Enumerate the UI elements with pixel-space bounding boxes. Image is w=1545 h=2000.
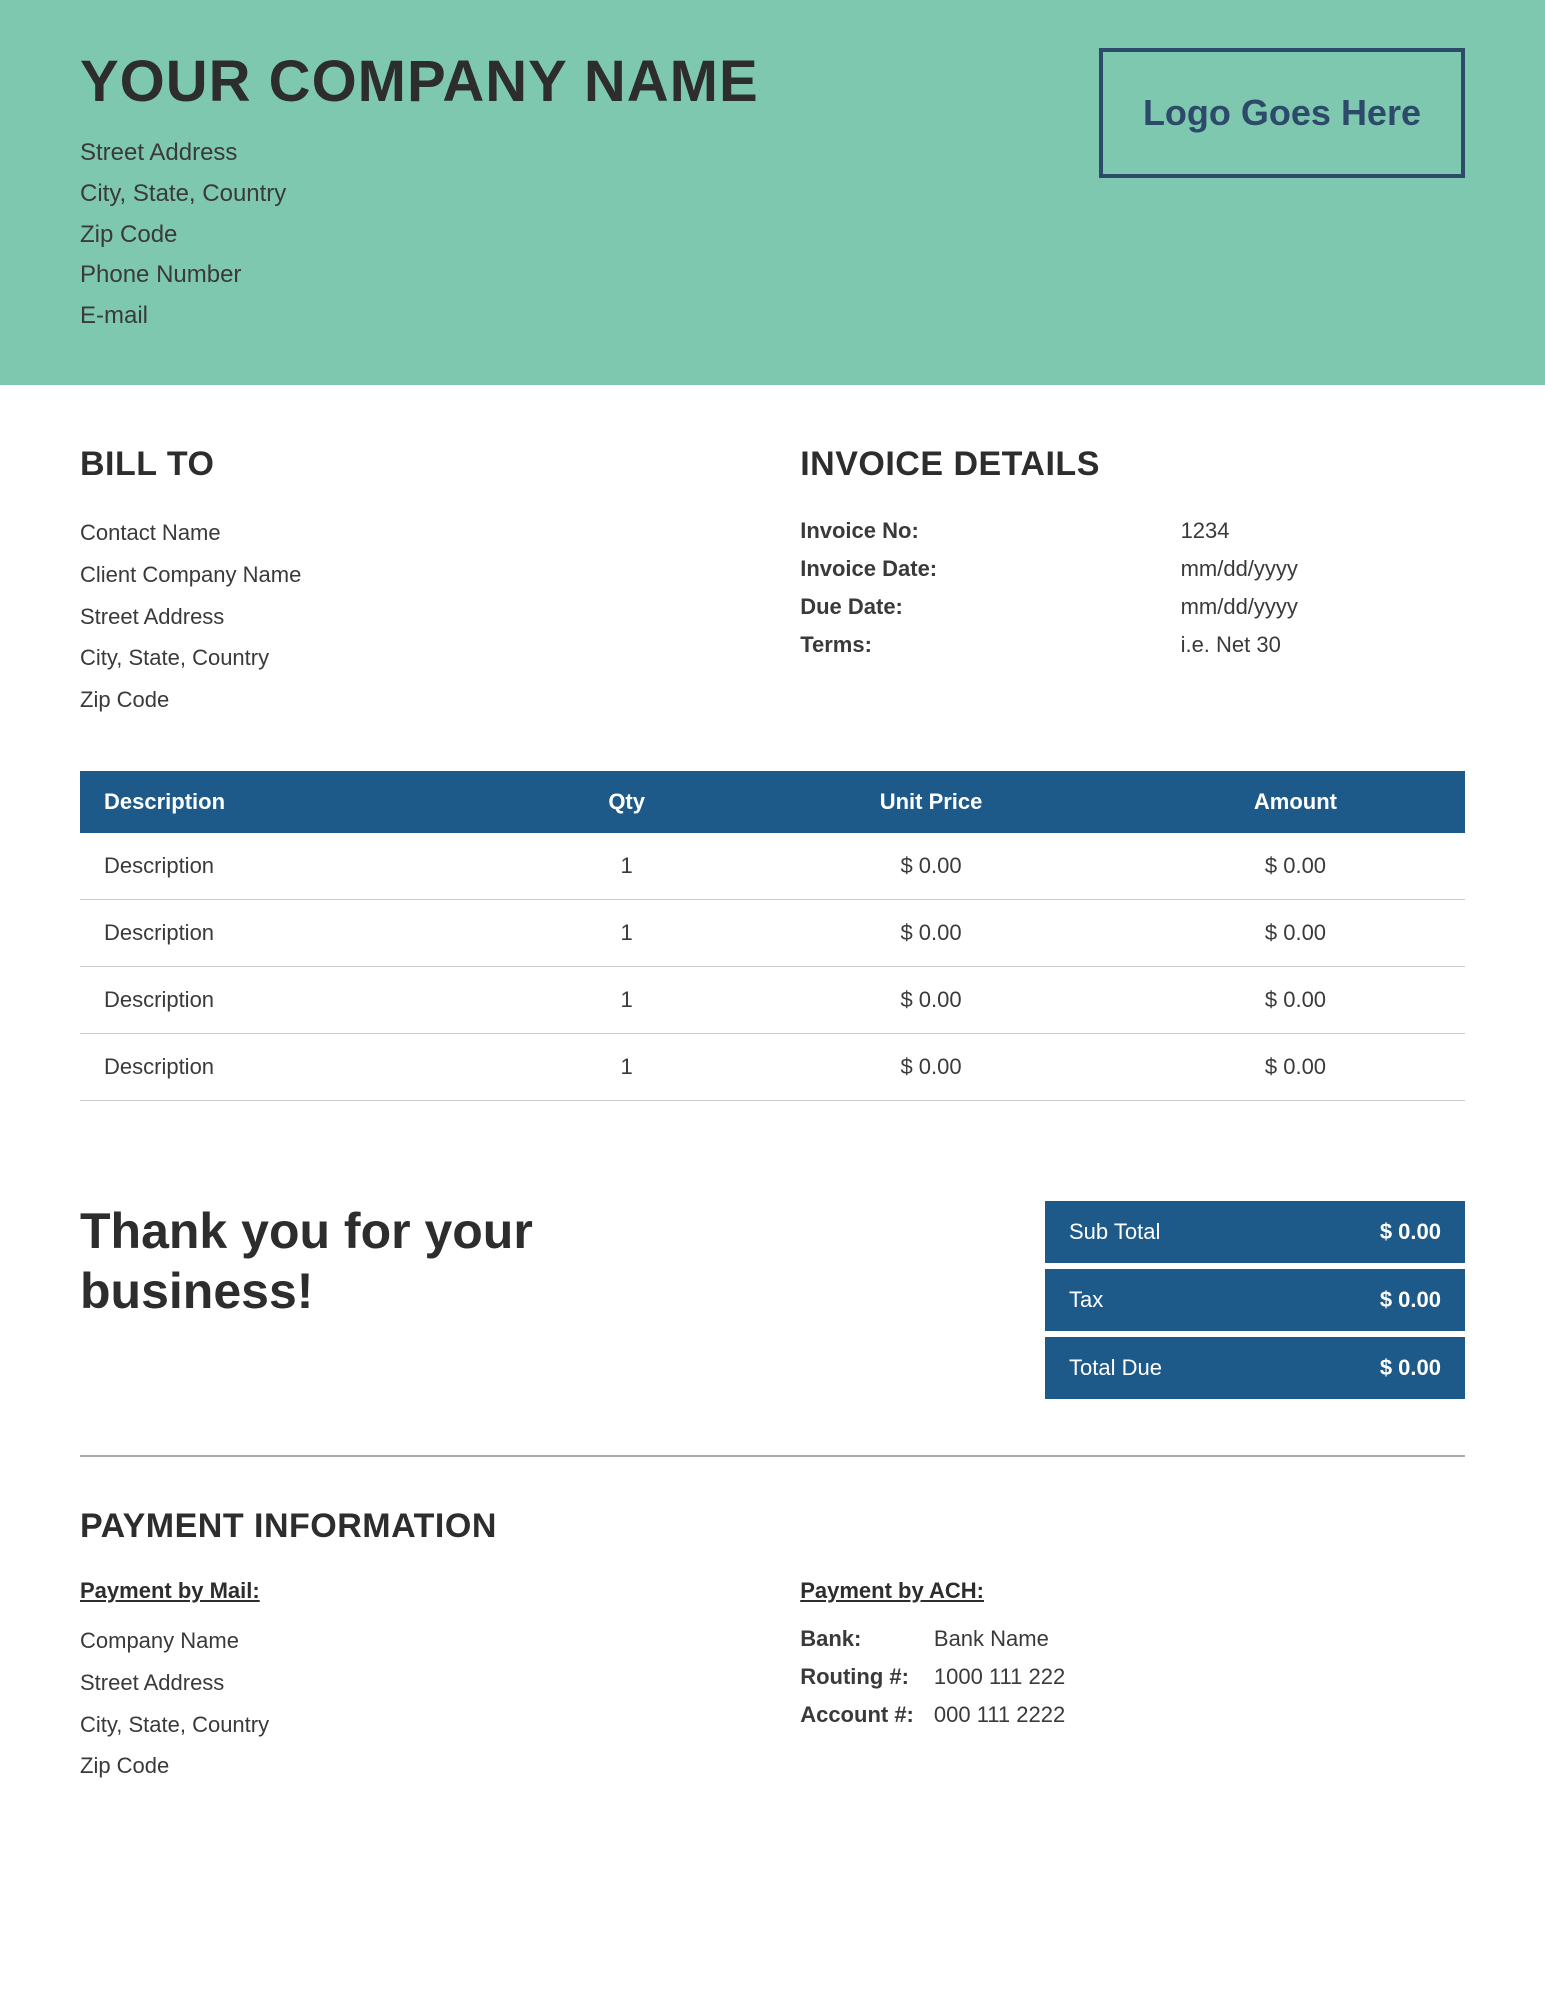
tax-label: Tax <box>1069 1287 1103 1313</box>
table-row: Description 1 $ 0.00 $ 0.00 <box>80 899 1465 966</box>
bill-zip: Zip Code <box>80 679 745 721</box>
bank-value: Bank Name <box>934 1620 1065 1658</box>
logo-box: Logo Goes Here <box>1099 48 1465 178</box>
header-left: YOUR COMPANY NAME Street Address City, S… <box>80 48 759 337</box>
item-description-2: Description <box>80 966 517 1033</box>
mail-company: Company Name <box>80 1620 745 1662</box>
item-qty-1: 1 <box>517 899 736 966</box>
contact-name: Contact Name <box>80 512 745 554</box>
bill-street: Street Address <box>80 596 745 638</box>
payment-columns: Payment by Mail: Company Name Street Add… <box>80 1578 1465 1787</box>
col-description: Description <box>80 771 517 833</box>
invoice-details-table: Invoice No: 1234 Invoice Date: mm/dd/yyy… <box>800 512 1465 664</box>
item-description-0: Description <box>80 833 517 900</box>
billing-section: BILL TO Contact Name Client Company Name… <box>0 385 1545 771</box>
table-row: Description 1 $ 0.00 $ 0.00 <box>80 833 1465 900</box>
payment-ach-table: Bank: Bank Name Routing #: 1000 111 222 … <box>800 1620 1065 1734</box>
client-company: Client Company Name <box>80 554 745 596</box>
table-row: Description 1 $ 0.00 $ 0.00 <box>80 966 1465 1033</box>
total-label: Total Due <box>1069 1355 1162 1381</box>
totals-section: Thank you for your business! Sub Total $… <box>0 1151 1545 1455</box>
item-amount-2: $ 0.00 <box>1126 966 1465 1033</box>
terms-value: i.e. Net 30 <box>1181 626 1465 664</box>
invoice-no-value: 1234 <box>1181 512 1465 550</box>
items-section: Description Qty Unit Price Amount Descri… <box>0 771 1545 1151</box>
col-amount: Amount <box>1126 771 1465 833</box>
due-date-label: Due Date: <box>800 588 1180 626</box>
terms-label: Terms: <box>800 626 1180 664</box>
invoice-no-label: Invoice No: <box>800 512 1180 550</box>
account-value: 000 111 2222 <box>934 1696 1065 1734</box>
bill-to-title: BILL TO <box>80 445 745 484</box>
item-amount-3: $ 0.00 <box>1126 1033 1465 1100</box>
payment-title: PAYMENT INFORMATION <box>80 1507 1465 1546</box>
total-value: $ 0.00 <box>1380 1355 1441 1381</box>
item-qty-2: 1 <box>517 966 736 1033</box>
invoice-date-value: mm/dd/yyyy <box>1181 550 1465 588</box>
item-unit-price-2: $ 0.00 <box>736 966 1126 1033</box>
invoice-details: INVOICE DETAILS Invoice No: 1234 Invoice… <box>800 445 1465 721</box>
due-date-value: mm/dd/yyyy <box>1181 588 1465 626</box>
invoice-details-title: INVOICE DETAILS <box>800 445 1465 484</box>
bill-to-details: Contact Name Client Company Name Street … <box>80 512 745 721</box>
table-header-row: Description Qty Unit Price Amount <box>80 771 1465 833</box>
company-street: Street Address <box>80 133 759 174</box>
items-table: Description Qty Unit Price Amount Descri… <box>80 771 1465 1101</box>
invoice-no-row: Invoice No: 1234 <box>800 512 1465 550</box>
bank-label: Bank: <box>800 1620 934 1658</box>
company-details: Street Address City, State, Country Zip … <box>80 133 759 337</box>
routing-label: Routing #: <box>800 1658 934 1696</box>
subtotal-label: Sub Total <box>1069 1219 1160 1245</box>
subtotal-value: $ 0.00 <box>1380 1219 1441 1245</box>
table-row: Description 1 $ 0.00 $ 0.00 <box>80 1033 1465 1100</box>
payment-mail-details: Company Name Street Address City, State,… <box>80 1620 745 1787</box>
payment-section: PAYMENT INFORMATION Payment by Mail: Com… <box>0 1457 1545 1847</box>
payment-ach-title: Payment by ACH: <box>800 1578 1465 1604</box>
payment-ach-col: Payment by ACH: Bank: Bank Name Routing … <box>800 1578 1465 1787</box>
item-unit-price-1: $ 0.00 <box>736 899 1126 966</box>
account-row: Account #: 000 111 2222 <box>800 1696 1065 1734</box>
item-amount-1: $ 0.00 <box>1126 899 1465 966</box>
invoice-date-label: Invoice Date: <box>800 550 1180 588</box>
item-description-1: Description <box>80 899 517 966</box>
invoice-date-row: Invoice Date: mm/dd/yyyy <box>800 550 1465 588</box>
company-name: YOUR COMPANY NAME <box>80 48 759 115</box>
item-description-3: Description <box>80 1033 517 1100</box>
thank-you-text: Thank you for your business! <box>80 1201 560 1321</box>
col-unit-price: Unit Price <box>736 771 1126 833</box>
item-qty-3: 1 <box>517 1033 736 1100</box>
mail-zip: Zip Code <box>80 1745 745 1787</box>
company-phone: Phone Number <box>80 255 759 296</box>
item-unit-price-0: $ 0.00 <box>736 833 1126 900</box>
company-city: City, State, Country <box>80 174 759 215</box>
account-label: Account #: <box>800 1696 934 1734</box>
tax-value: $ 0.00 <box>1380 1287 1441 1313</box>
bill-city: City, State, Country <box>80 637 745 679</box>
total-row: Total Due $ 0.00 <box>1045 1337 1465 1399</box>
terms-row: Terms: i.e. Net 30 <box>800 626 1465 664</box>
bill-to: BILL TO Contact Name Client Company Name… <box>80 445 745 721</box>
payment-mail-title: Payment by Mail: <box>80 1578 745 1604</box>
item-unit-price-3: $ 0.00 <box>736 1033 1126 1100</box>
item-qty-0: 1 <box>517 833 736 900</box>
mail-city: City, State, Country <box>80 1704 745 1746</box>
totals-table: Sub Total $ 0.00 Tax $ 0.00 Total Due $ … <box>1045 1201 1465 1405</box>
header-section: YOUR COMPANY NAME Street Address City, S… <box>0 0 1545 385</box>
company-email: E-mail <box>80 296 759 337</box>
subtotal-row: Sub Total $ 0.00 <box>1045 1201 1465 1263</box>
routing-value: 1000 111 222 <box>934 1658 1065 1696</box>
item-amount-0: $ 0.00 <box>1126 833 1465 900</box>
routing-row: Routing #: 1000 111 222 <box>800 1658 1065 1696</box>
bank-row: Bank: Bank Name <box>800 1620 1065 1658</box>
company-zip: Zip Code <box>80 215 759 256</box>
tax-row: Tax $ 0.00 <box>1045 1269 1465 1331</box>
due-date-row: Due Date: mm/dd/yyyy <box>800 588 1465 626</box>
col-qty: Qty <box>517 771 736 833</box>
payment-mail-col: Payment by Mail: Company Name Street Add… <box>80 1578 745 1787</box>
mail-address: Street Address <box>80 1662 745 1704</box>
